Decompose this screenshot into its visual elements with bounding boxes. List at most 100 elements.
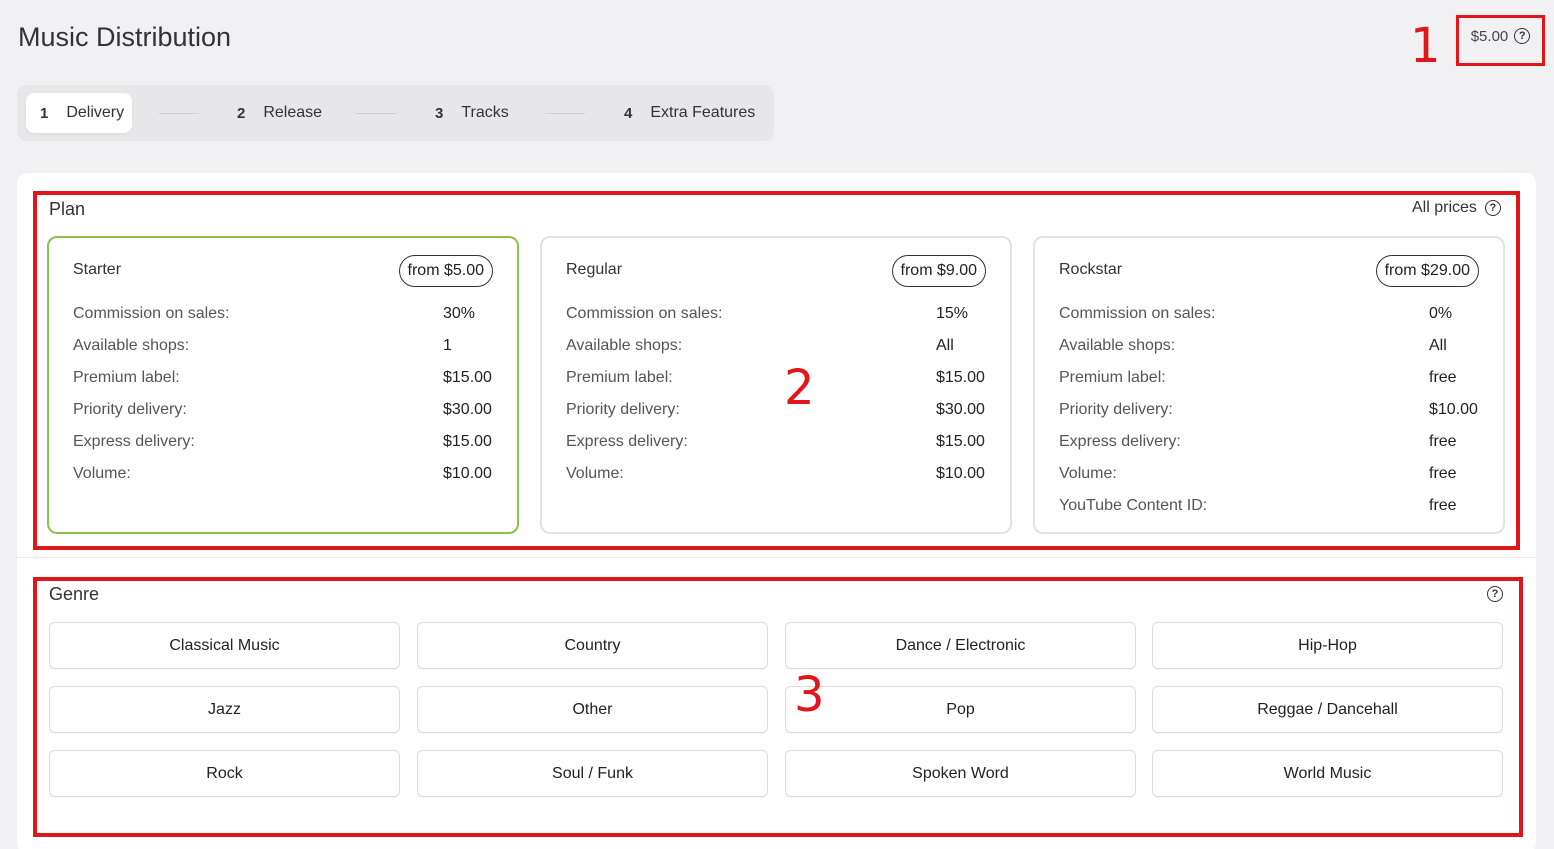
feature-row: Express delivery: $15.00 bbox=[566, 433, 986, 465]
feature-label: Available shops: bbox=[566, 337, 683, 354]
annotation-3: 3 bbox=[794, 667, 825, 723]
all-prices-link[interactable]: All prices ? bbox=[1412, 199, 1501, 217]
plan-card-starter[interactable]: Starter from $5.00 Commission on sales: 3… bbox=[47, 236, 519, 534]
feature-label: Commission on sales: bbox=[1059, 305, 1216, 322]
feature-row: Premium label: $15.00 bbox=[73, 369, 493, 401]
genre-button[interactable]: Pop bbox=[785, 686, 1136, 733]
genre-button[interactable]: Dance / Electronic bbox=[785, 622, 1136, 669]
feature-label: Available shops: bbox=[73, 337, 190, 354]
help-icon: ? bbox=[1484, 200, 1501, 216]
feature-row: Available shops: All bbox=[1059, 337, 1479, 369]
plan-name: Rockstar bbox=[1059, 261, 1123, 278]
feature-label: Volume: bbox=[73, 465, 131, 482]
step-number: 3 bbox=[435, 104, 444, 122]
feature-value: free bbox=[1429, 369, 1457, 386]
feature-row: Priority delivery: $10.00 bbox=[1059, 401, 1479, 433]
plan-price-badge: from $29.00 bbox=[1375, 255, 1479, 287]
feature-row: Commission on sales: 0% bbox=[1059, 305, 1479, 337]
feature-row: Available shops: All bbox=[566, 337, 986, 369]
genre-button[interactable]: Reggae / Dancehall bbox=[1152, 686, 1503, 733]
step-number: 1 bbox=[40, 104, 49, 122]
plan-name: Starter bbox=[73, 261, 122, 278]
total-price: $5.00 bbox=[1470, 28, 1509, 45]
plan-card-regular[interactable]: Regular from $9.00 Commission on sales: 1… bbox=[540, 236, 1012, 534]
step-connector bbox=[159, 113, 199, 114]
feature-label: Express delivery: bbox=[73, 433, 195, 450]
feature-row: Priority delivery: $30.00 bbox=[566, 401, 986, 433]
feature-label: YouTube Content ID: bbox=[1059, 497, 1208, 514]
feature-row: Premium label: free bbox=[1059, 369, 1479, 401]
feature-row: Express delivery: free bbox=[1059, 433, 1479, 465]
feature-value: 1 bbox=[443, 337, 452, 354]
feature-value: All bbox=[1429, 337, 1447, 354]
step-label: Extra Features bbox=[650, 104, 756, 121]
feature-value: $10.00 bbox=[1429, 401, 1478, 418]
genre-button[interactable]: Jazz bbox=[49, 686, 400, 733]
page-title: Music Distribution bbox=[18, 22, 232, 52]
annotation-2: 2 bbox=[784, 360, 815, 416]
annotation-1: 1 bbox=[1410, 18, 1441, 74]
feature-value: $15.00 bbox=[443, 369, 492, 386]
genre-button[interactable]: Country bbox=[417, 622, 768, 669]
feature-value: 0% bbox=[1429, 305, 1453, 322]
step-tracks[interactable]: 3 Tracks bbox=[435, 93, 509, 133]
plan-price-badge: from $9.00 bbox=[891, 255, 986, 287]
section-divider bbox=[17, 557, 1536, 558]
feature-value: free bbox=[1429, 497, 1457, 514]
step-number: 4 bbox=[624, 104, 633, 122]
step-number: 2 bbox=[237, 104, 246, 122]
feature-row: Premium label: $15.00 bbox=[566, 369, 986, 401]
feature-label: Priority delivery: bbox=[1059, 401, 1173, 418]
feature-value: All bbox=[936, 337, 954, 354]
feature-label: Volume: bbox=[566, 465, 624, 482]
step-release[interactable]: 2 Release bbox=[237, 93, 322, 133]
genre-help-icon[interactable]: ? bbox=[1487, 586, 1503, 602]
feature-row: Priority delivery: $30.00 bbox=[73, 401, 493, 433]
feature-value: 30% bbox=[443, 305, 476, 322]
feature-row: Volume: $10.00 bbox=[566, 465, 986, 497]
help-icon[interactable]: ? bbox=[1514, 28, 1531, 44]
feature-value: free bbox=[1429, 465, 1457, 482]
genre-button[interactable]: Other bbox=[417, 686, 768, 733]
feature-label: Available shops: bbox=[1059, 337, 1176, 354]
step-label: Tracks bbox=[461, 104, 509, 121]
genre-section-title: Genre bbox=[49, 584, 100, 604]
genre-button[interactable]: Rock bbox=[49, 750, 400, 797]
plan-price-badge: from $5.00 bbox=[398, 255, 493, 287]
feature-label: Premium label: bbox=[1059, 369, 1166, 386]
feature-row: YouTube Content ID: free bbox=[1059, 497, 1479, 529]
all-prices-label: All prices bbox=[1412, 199, 1477, 216]
step-extra-features[interactable]: 4 Extra Features bbox=[624, 93, 755, 133]
feature-label: Volume: bbox=[1059, 465, 1117, 482]
genre-button[interactable]: Soul / Funk bbox=[417, 750, 768, 797]
feature-value: free bbox=[1429, 433, 1457, 450]
feature-row: Available shops: 1 bbox=[73, 337, 493, 369]
feature-value: $10.00 bbox=[443, 465, 492, 482]
step-navigation: 1 Delivery 2 Release 3 Tracks 4 Extra Fe… bbox=[17, 85, 774, 141]
feature-row: Volume: free bbox=[1059, 465, 1479, 497]
feature-value: $30.00 bbox=[936, 401, 985, 418]
feature-value: $15.00 bbox=[936, 369, 985, 386]
step-label: Delivery bbox=[66, 104, 125, 121]
feature-label: Commission on sales: bbox=[566, 305, 723, 322]
feature-row: Commission on sales: 30% bbox=[73, 305, 493, 337]
feature-value: $10.00 bbox=[936, 465, 985, 482]
feature-label: Commission on sales: bbox=[73, 305, 230, 322]
feature-value: $15.00 bbox=[443, 433, 492, 450]
feature-value: $30.00 bbox=[443, 401, 492, 418]
feature-label: Express delivery: bbox=[566, 433, 688, 450]
feature-label: Express delivery: bbox=[1059, 433, 1181, 450]
step-delivery[interactable]: 1 Delivery bbox=[26, 93, 133, 133]
genre-button[interactable]: Hip-Hop bbox=[1152, 622, 1503, 669]
feature-label: Premium label: bbox=[566, 369, 673, 386]
genre-button[interactable]: World Music bbox=[1152, 750, 1503, 797]
feature-value: 15% bbox=[936, 305, 969, 322]
step-label: Release bbox=[263, 104, 323, 121]
feature-label: Priority delivery: bbox=[73, 401, 187, 418]
genre-button[interactable]: Spoken Word bbox=[785, 750, 1136, 797]
total-price-indicator[interactable]: $5.00 ? bbox=[1456, 15, 1545, 66]
feature-row: Express delivery: $15.00 bbox=[73, 433, 493, 465]
plan-card-rockstar[interactable]: Rockstar from $29.00 Commission on sales… bbox=[1033, 236, 1505, 534]
plan-name: Regular bbox=[566, 261, 623, 278]
genre-button[interactable]: Classical Music bbox=[49, 622, 400, 669]
